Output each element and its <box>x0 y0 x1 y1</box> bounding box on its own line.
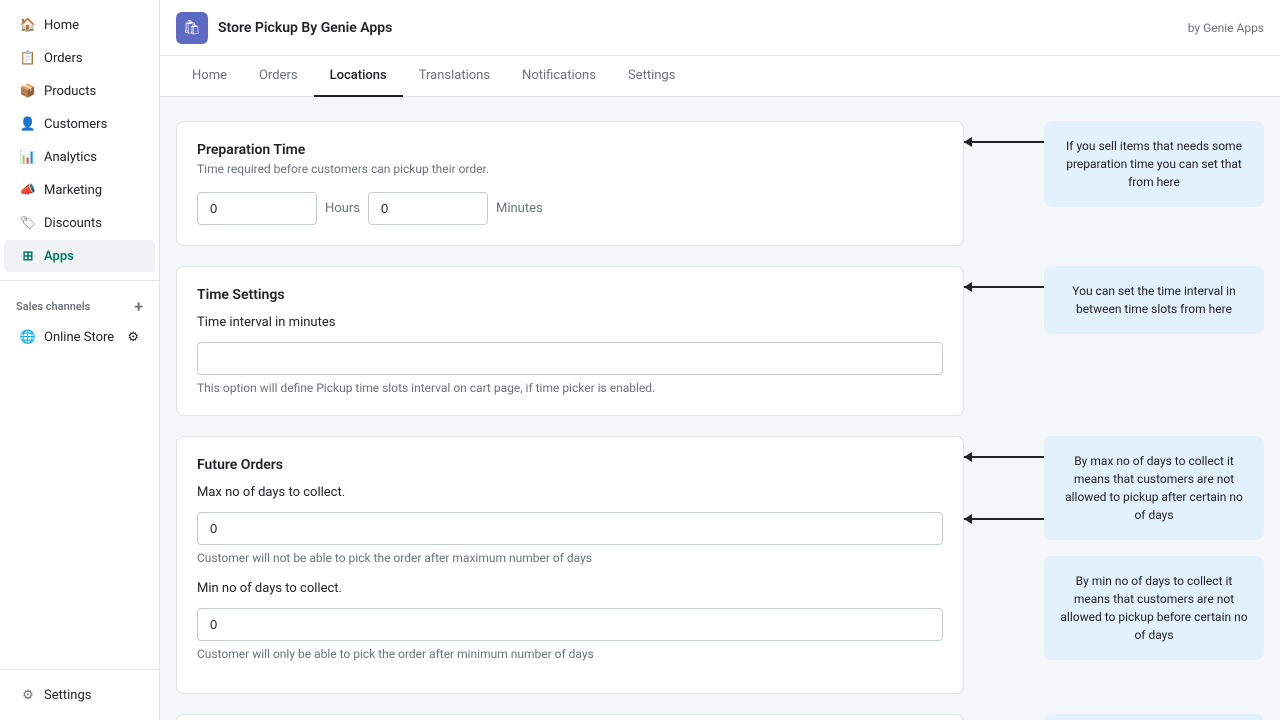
tab-locations[interactable]: Locations <box>314 56 403 97</box>
sidebar-item-products[interactable]: 📦 Products <box>4 75 155 107</box>
future-orders-callouts: By max no of days to collect it means th… <box>1044 436 1264 660</box>
discounts-icon: 🏷 <box>20 215 36 231</box>
sidebar-item-discounts[interactable]: 🏷 Discounts <box>4 207 155 239</box>
sidebar-item-marketing[interactable]: 📣 Marketing <box>4 174 155 206</box>
preparation-time-callout: If you sell items that needs some prepar… <box>1044 121 1264 207</box>
marketing-icon: 📣 <box>20 182 36 198</box>
sidebar-item-customers[interactable]: 👤 Customers <box>4 108 155 140</box>
max-days-label: Max no of days to collect. <box>197 485 943 500</box>
arrow-line-4 <box>964 518 1044 520</box>
time-interval-label: Time interval in minutes <box>197 315 943 330</box>
future-orders-arrow-min <box>964 518 1044 520</box>
page-body: Preparation Time Time required before cu… <box>160 97 1280 720</box>
tab-home[interactable]: Home <box>176 56 243 97</box>
sidebar-item-label: Orders <box>44 51 83 66</box>
products-icon: 📦 <box>20 83 36 99</box>
apps-icon: ⊞ <box>20 248 36 264</box>
add-sales-channel-icon[interactable]: + <box>134 297 143 316</box>
analytics-icon: 📊 <box>20 149 36 165</box>
max-days-group: Max no of days to collect. Customer will… <box>197 485 943 565</box>
app-icon: 🛍 <box>176 12 208 44</box>
sidebar-item-label: Customers <box>44 117 107 132</box>
sidebar-item-label: Discounts <box>44 216 102 231</box>
preparation-time-title: Preparation Time <box>197 142 943 158</box>
sidebar-item-settings[interactable]: ⚙ Settings <box>4 679 155 711</box>
arrow-line-2 <box>964 286 1044 288</box>
preparation-time-section: Preparation Time Time required before cu… <box>176 121 1264 246</box>
arrow-line-3 <box>964 456 1044 458</box>
time-settings-callout: You can set the time interval in between… <box>1044 266 1264 334</box>
main-content: 🛍 Store Pickup By Genie Apps by Genie Ap… <box>160 0 1280 720</box>
sidebar-nav: 🏠 Home 📋 Orders 📦 Products 👤 Customers 📊… <box>0 0 159 669</box>
future-orders-section: Future Orders Max no of days to collect.… <box>176 436 1264 694</box>
sidebar-item-orders[interactable]: 📋 Orders <box>4 42 155 74</box>
max-days-input[interactable] <box>197 512 943 545</box>
min-days-label: Min no of days to collect. <box>197 581 943 596</box>
tabs-bar: Home Orders Locations Translations Notif… <box>160 56 1280 97</box>
email-arrow <box>964 714 1044 720</box>
time-interval-hint: This option will define Pickup time slot… <box>197 381 943 395</box>
app-title: Store Pickup By Genie Apps <box>218 20 392 36</box>
preparation-time-card: Preparation Time Time required before cu… <box>176 121 964 246</box>
topbar: 🛍 Store Pickup By Genie Apps by Genie Ap… <box>160 0 1280 56</box>
online-store-icon: 🌐 <box>20 329 36 345</box>
time-settings-section: Time Settings Time interval in minutes T… <box>176 266 1264 416</box>
sidebar-item-label: Settings <box>44 688 91 703</box>
home-icon: 🏠 <box>20 17 36 33</box>
hours-label: Hours <box>325 201 360 216</box>
future-orders-arrow-max <box>964 456 1044 458</box>
tab-settings[interactable]: Settings <box>612 56 691 97</box>
page-inner: Preparation Time Time required before cu… <box>176 121 1264 720</box>
min-days-group: Min no of days to collect. Customer will… <box>197 581 943 661</box>
future-orders-arrows <box>964 436 1044 520</box>
sidebar-item-label: Analytics <box>44 150 97 165</box>
time-interval-input[interactable] <box>197 342 943 375</box>
min-days-input[interactable] <box>197 608 943 641</box>
sidebar-item-analytics[interactable]: 📊 Analytics <box>4 141 155 173</box>
sidebar-divider <box>0 280 159 281</box>
minutes-label: Minutes <box>496 201 543 216</box>
arrow-line <box>964 141 1044 143</box>
hours-input[interactable] <box>197 192 317 225</box>
email-notification-card: Email when pickup order has been created… <box>176 714 964 720</box>
time-settings-title: Time Settings <box>197 287 943 303</box>
preparation-time-subtitle: Time required before customers can picku… <box>197 162 943 176</box>
future-orders-callout-max: By max no of days to collect it means th… <box>1044 436 1264 540</box>
sidebar-item-label: Online Store <box>44 330 114 345</box>
sidebar-item-apps[interactable]: ⊞ Apps <box>4 240 155 272</box>
preparation-time-arrow <box>964 121 1044 143</box>
email-callout: If you want someone to be notified whene… <box>1044 714 1264 720</box>
time-settings-card: Time Settings Time interval in minutes T… <box>176 266 964 416</box>
sidebar-item-label: Products <box>44 84 96 99</box>
topbar-left: 🛍 Store Pickup By Genie Apps <box>176 12 392 44</box>
sidebar-item-label: Marketing <box>44 183 102 198</box>
sidebar-item-online-store[interactable]: 🌐 Online Store ⚙ <box>4 321 155 353</box>
sidebar-item-home[interactable]: 🏠 Home <box>4 9 155 41</box>
preparation-time-inputs: Hours Minutes <box>197 192 943 225</box>
sidebar-item-label: Home <box>44 18 79 33</box>
minutes-input[interactable] <box>368 192 488 225</box>
max-days-hint: Customer will not be able to pick the or… <box>197 551 943 565</box>
sidebar-item-label: Apps <box>44 249 74 264</box>
tab-orders[interactable]: Orders <box>243 56 314 97</box>
future-orders-callout-min: By min no of days to collect it means th… <box>1044 556 1264 660</box>
online-store-settings-icon[interactable]: ⚙ <box>127 330 139 345</box>
future-orders-card: Future Orders Max no of days to collect.… <box>176 436 964 694</box>
tab-translations[interactable]: Translations <box>403 56 506 97</box>
sales-channels-label: Sales channels + <box>0 289 159 320</box>
topbar-byline: by Genie Apps <box>1188 21 1264 35</box>
tab-notifications[interactable]: Notifications <box>506 56 612 97</box>
sidebar-bottom: ⚙ Settings <box>0 669 159 720</box>
sidebar: 🏠 Home 📋 Orders 📦 Products 👤 Customers 📊… <box>0 0 160 720</box>
min-days-hint: Customer will only be able to pick the o… <box>197 647 943 661</box>
orders-icon: 📋 <box>20 50 36 66</box>
email-notification-section: Email when pickup order has been created… <box>176 714 1264 720</box>
customers-icon: 👤 <box>20 116 36 132</box>
time-settings-arrow <box>964 266 1044 288</box>
settings-icon: ⚙ <box>20 687 36 703</box>
future-orders-title: Future Orders <box>197 457 943 473</box>
